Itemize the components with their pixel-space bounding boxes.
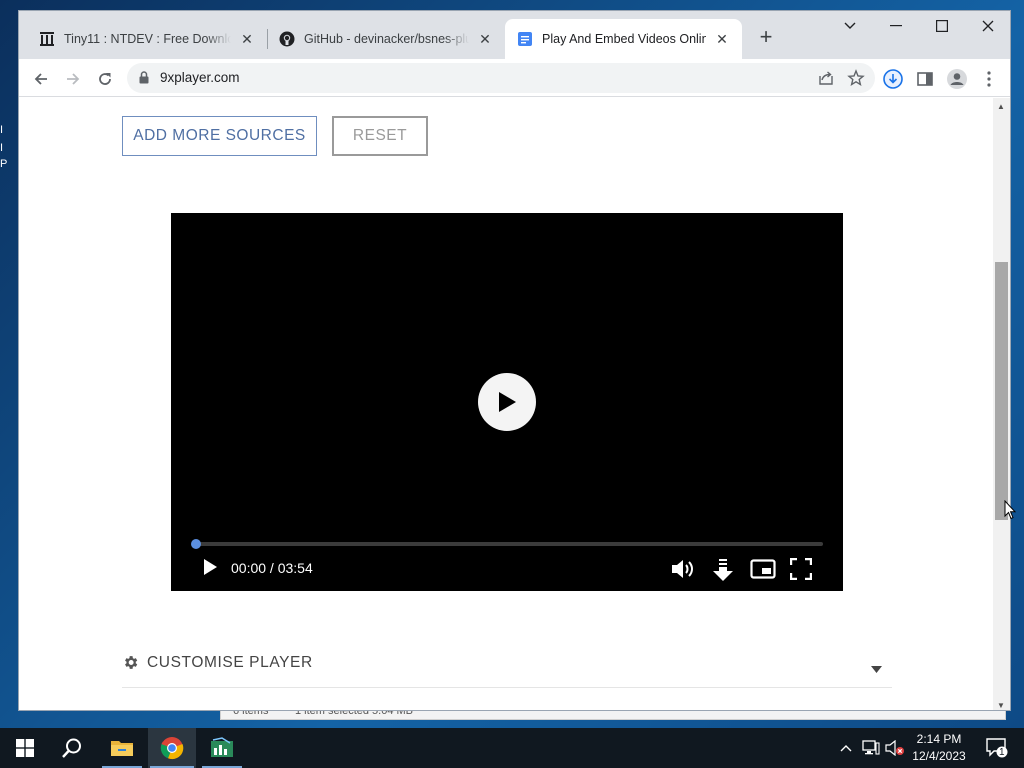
github-icon <box>279 31 295 47</box>
notification-center-button[interactable]: 1 <box>980 728 1014 768</box>
maximize-button[interactable] <box>919 11 965 41</box>
desktop-icon-label: I <box>0 142 4 154</box>
tab-title: Play And Embed Videos Online <box>542 32 706 46</box>
page-content: ADD MORE SOURCES RESET 00:00 / 03:54 CUS… <box>19 98 995 710</box>
gear-icon <box>122 654 139 676</box>
start-button[interactable] <box>4 728 46 768</box>
search-icon <box>62 738 81 758</box>
lock-icon[interactable] <box>139 71 149 89</box>
network-icon <box>862 740 880 755</box>
chart-app-icon <box>211 737 233 757</box>
more-menu-icon[interactable] <box>975 65 1003 93</box>
tab-search-icon[interactable] <box>827 11 873 41</box>
minimize-button[interactable] <box>873 11 919 41</box>
network-tray-icon[interactable] <box>860 728 882 768</box>
notification-icon <box>986 738 1008 758</box>
url-text[interactable]: 9xplayer.com <box>160 70 240 85</box>
browser-toolbar: 9xplayer.com <box>19 59 1010 97</box>
show-hidden-icons-chevron[interactable] <box>836 728 856 768</box>
pip-icon <box>750 559 776 579</box>
add-more-sources-button[interactable]: ADD MORE SOURCES <box>122 116 317 156</box>
doc-icon <box>517 31 533 47</box>
side-panel-icon[interactable] <box>911 65 939 93</box>
clock-date: 12/4/2023 <box>912 749 966 763</box>
clock-time: 2:14 PM <box>916 732 962 746</box>
progress-handle[interactable] <box>191 539 201 549</box>
search-button[interactable] <box>50 728 94 768</box>
play-icon <box>499 392 516 412</box>
tab-9xplayer[interactable]: Play And Embed Videos Online ✕ <box>505 19 742 59</box>
volume-button[interactable] <box>669 557 695 581</box>
scroll-down-arrow[interactable]: ▼ <box>997 701 1005 710</box>
picture-in-picture-button[interactable] <box>749 557 777 581</box>
volume-muted-icon <box>885 740 904 756</box>
caret-down-icon[interactable] <box>871 660 882 678</box>
close-tab-icon[interactable]: ✕ <box>714 31 730 47</box>
close-window-button[interactable] <box>965 11 1010 41</box>
file-explorer-taskbar-button[interactable] <box>100 728 144 768</box>
desktop-icon-label: I <box>0 124 4 136</box>
tab-strip: Tiny11 : NTDEV : Free Download, Borrow, … <box>19 11 1010 59</box>
tab-tiny11[interactable]: Tiny11 : NTDEV : Free Download, Borrow, … <box>27 19 267 59</box>
download-icon[interactable] <box>879 65 907 93</box>
play-button[interactable] <box>201 557 219 577</box>
download-arrow-icon <box>713 559 733 581</box>
archive-icon <box>39 31 55 47</box>
video-player[interactable]: 00:00 / 03:54 <box>171 213 843 591</box>
fullscreen-button[interactable] <box>789 557 813 581</box>
fullscreen-icon <box>790 558 812 580</box>
scroll-up-arrow[interactable]: ▲ <box>997 102 1005 111</box>
desktop-icon-label: P <box>0 158 8 170</box>
app-taskbar-button[interactable] <box>200 728 244 768</box>
forward-button[interactable] <box>59 65 87 93</box>
share-icon[interactable] <box>817 69 835 92</box>
chrome-taskbar-button[interactable] <box>148 728 196 768</box>
volume-tray-icon[interactable] <box>884 728 906 768</box>
play-icon <box>204 559 217 575</box>
close-tab-icon[interactable]: ✕ <box>239 31 255 47</box>
bookmark-star-icon[interactable] <box>847 69 865 92</box>
back-button[interactable] <box>27 65 55 93</box>
tab-title: GitHub - devinacker/bsnes-plus <box>304 32 469 46</box>
profile-avatar-icon[interactable] <box>943 65 971 93</box>
vertical-scrollbar[interactable]: ▲ ▼ <box>993 98 1010 710</box>
reload-button[interactable] <box>91 65 119 93</box>
volume-icon <box>672 560 693 578</box>
customise-player-label: CUSTOMISE PLAYER <box>147 654 313 671</box>
time-display: 00:00 / 03:54 <box>231 560 313 576</box>
new-tab-button[interactable]: + <box>754 26 778 50</box>
system-clock[interactable]: 2:14 PM 12/4/2023 <box>904 731 974 765</box>
chevron-up-icon <box>840 745 852 752</box>
tab-github[interactable]: GitHub - devinacker/bsnes-plus ✕ <box>267 19 505 59</box>
scrollbar-thumb[interactable] <box>995 262 1008 520</box>
windows-logo-icon <box>16 739 34 757</box>
notification-count: 1 <box>999 747 1005 758</box>
tab-title: Tiny11 : NTDEV : Free Download, Borrow, … <box>64 32 231 46</box>
taskbar: 2:14 PM 12/4/2023 1 <box>0 728 1024 768</box>
folder-icon <box>111 741 133 756</box>
customise-player-section[interactable]: CUSTOMISE PLAYER <box>122 650 892 688</box>
reset-button[interactable]: RESET <box>332 116 428 156</box>
chrome-icon <box>160 737 184 760</box>
mouse-cursor-icon <box>1004 500 1016 520</box>
download-video-button[interactable] <box>710 557 736 583</box>
big-play-button[interactable] <box>478 373 536 431</box>
browser-window: Tiny11 : NTDEV : Free Download, Borrow, … <box>18 10 1011 711</box>
progress-track[interactable] <box>195 542 823 546</box>
close-tab-icon[interactable]: ✕ <box>477 31 493 47</box>
address-bar[interactable]: 9xplayer.com <box>127 63 875 93</box>
